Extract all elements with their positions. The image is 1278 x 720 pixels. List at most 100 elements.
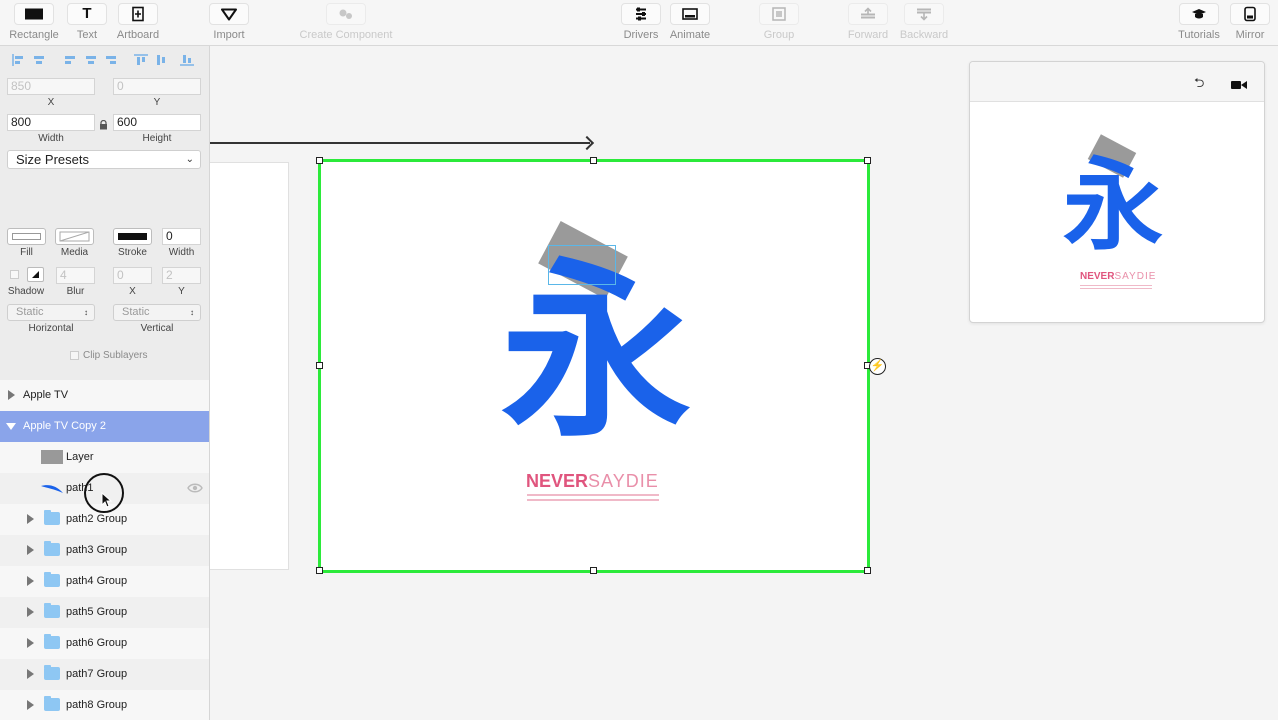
layer-row-path8-group[interactable]: path8 Group	[0, 690, 209, 720]
shadow-y-input[interactable]: 2	[162, 267, 201, 284]
align-middle-icon[interactable]	[154, 53, 168, 65]
create-component-label: Create Component	[299, 29, 393, 41]
resize-handle-tr[interactable]	[864, 157, 871, 164]
animate-icon	[670, 3, 710, 25]
artboard-tool[interactable]: Artboard	[112, 3, 164, 43]
folder-icon	[44, 634, 60, 649]
shadow-x-input[interactable]: 0	[113, 267, 152, 284]
tutorials-tool[interactable]: Tutorials	[1174, 3, 1224, 43]
shadow-color-swatch[interactable]	[27, 267, 44, 282]
forward-label: Forward	[847, 29, 889, 41]
artboard-apple-tv[interactable]	[210, 162, 289, 570]
resize-handle-tl[interactable]	[316, 157, 323, 164]
width-input[interactable]: 800	[7, 114, 95, 131]
disclosure-triangle-icon[interactable]	[27, 607, 34, 617]
artboard-apple-tv-copy-2[interactable]: 永 NEVERSAYDIE	[316, 157, 871, 574]
text-tool[interactable]: T Text	[67, 3, 107, 43]
layer-row-path7-group[interactable]: path7 Group	[0, 659, 209, 690]
import-label: Import	[213, 29, 245, 41]
mirror-label: Mirror	[1235, 29, 1265, 41]
disclosure-triangle-icon[interactable]	[27, 638, 34, 648]
animate-tool[interactable]: Animate	[666, 3, 714, 43]
tagline-line-2	[527, 499, 659, 501]
backward-label: Backward	[899, 29, 949, 41]
path-thumbnail-icon	[40, 482, 64, 497]
preview-header: ⮌	[970, 62, 1264, 102]
media-swatch[interactable]	[55, 228, 94, 245]
size-presets-value: Size Presets	[16, 152, 89, 167]
disclosure-triangle-icon[interactable]	[27, 545, 34, 555]
lock-icon[interactable]	[99, 117, 108, 135]
layer-row-layer[interactable]: Layer	[0, 442, 209, 473]
forward-tool[interactable]: Forward	[845, 3, 891, 43]
undo-icon[interactable]: ⮌	[1194, 74, 1204, 96]
disclosure-triangle-icon[interactable]	[27, 669, 34, 679]
mirror-tool[interactable]: Mirror	[1230, 3, 1270, 43]
disclosure-triangle-icon[interactable]	[6, 423, 16, 430]
video-camera-icon[interactable]	[1231, 77, 1247, 95]
folder-icon	[44, 696, 60, 711]
vertical-caption: Vertical	[140, 323, 174, 334]
layer-row-path4-group[interactable]: path4 Group	[0, 566, 209, 597]
blur-input[interactable]: 4	[56, 267, 95, 284]
never-text: NEVER	[526, 471, 589, 491]
disclosure-triangle-icon[interactable]	[27, 514, 34, 524]
x-caption: X	[47, 97, 55, 108]
say-die-text: SAYDIE	[588, 471, 659, 491]
backward-tool[interactable]: Backward	[896, 3, 952, 43]
layer-name: path7 Group	[66, 668, 128, 680]
group-tool[interactable]: Group	[758, 3, 800, 43]
resize-handle-b[interactable]	[590, 567, 597, 574]
layer-row-apple-tv[interactable]: Apple TV	[0, 380, 209, 411]
resize-handle-l[interactable]	[316, 362, 323, 369]
never-say-die-logo: NEVERSAYDIE	[526, 471, 659, 492]
align-bottom-icon[interactable]	[180, 53, 194, 66]
connection-bolt-icon[interactable]: ⚡	[869, 358, 886, 375]
size-presets-select[interactable]: Size Presets ⌄	[7, 150, 201, 169]
layer-row-apple-tv-copy-2[interactable]: Apple TV Copy 2	[0, 411, 209, 442]
tutorials-label: Tutorials	[1178, 29, 1220, 41]
folder-icon	[44, 603, 60, 618]
drivers-tool[interactable]: Drivers	[619, 3, 663, 43]
import-tool[interactable]: Import	[206, 3, 252, 43]
layer-row-path3-group[interactable]: path3 Group	[0, 535, 209, 566]
distribute-left-icon[interactable]	[64, 53, 78, 65]
height-caption: Height	[142, 133, 172, 144]
rectangle-tool[interactable]: Rectangle	[4, 3, 64, 43]
align-top-icon[interactable]	[134, 53, 148, 65]
resize-handle-t[interactable]	[590, 157, 597, 164]
stroke-width-input[interactable]: 0	[162, 228, 201, 245]
disclosure-triangle-icon[interactable]	[8, 390, 15, 400]
text-icon-glyph: T	[82, 5, 92, 22]
x-input[interactable]: 850	[7, 78, 95, 95]
disclosure-triangle-icon[interactable]	[27, 700, 34, 710]
y-input[interactable]: 0	[113, 78, 201, 95]
stroke-swatch[interactable]	[113, 228, 152, 245]
clip-sublayers-checkbox[interactable]	[70, 351, 79, 360]
text-label: Text	[76, 29, 98, 41]
resize-handle-br[interactable]	[864, 567, 871, 574]
folder-icon	[44, 510, 60, 525]
distribute-center-icon[interactable]	[84, 53, 98, 65]
disclosure-triangle-icon[interactable]	[27, 576, 34, 586]
layer-row-path6-group[interactable]: path6 Group	[0, 628, 209, 659]
preview-tagline-1	[1080, 285, 1152, 286]
preview-window: ⮌ 永 NEVERSAYDIE	[969, 61, 1265, 323]
align-left-icon[interactable]	[12, 53, 26, 66]
preview-say-die-text: SAYDIE	[1114, 271, 1157, 282]
selection-box	[548, 245, 616, 285]
vertical-select[interactable]: Static ↕	[113, 304, 201, 321]
fill-swatch[interactable]	[7, 228, 46, 245]
blur-caption: Blur	[66, 286, 85, 297]
media-caption: Media	[60, 247, 89, 258]
layer-row-path5-group[interactable]: path5 Group	[0, 597, 209, 628]
resize-handle-bl[interactable]	[316, 567, 323, 574]
height-input[interactable]: 600	[113, 114, 201, 131]
distribute-right-icon[interactable]	[104, 53, 118, 65]
horizontal-select[interactable]: Static ↕	[7, 304, 95, 321]
shadow-checkbox[interactable]	[10, 270, 19, 279]
create-component-tool[interactable]: Create Component	[294, 3, 398, 43]
eye-icon[interactable]	[187, 483, 203, 496]
align-center-h-icon[interactable]	[32, 53, 46, 65]
clip-sublayers-label: Clip Sublayers	[83, 350, 148, 361]
